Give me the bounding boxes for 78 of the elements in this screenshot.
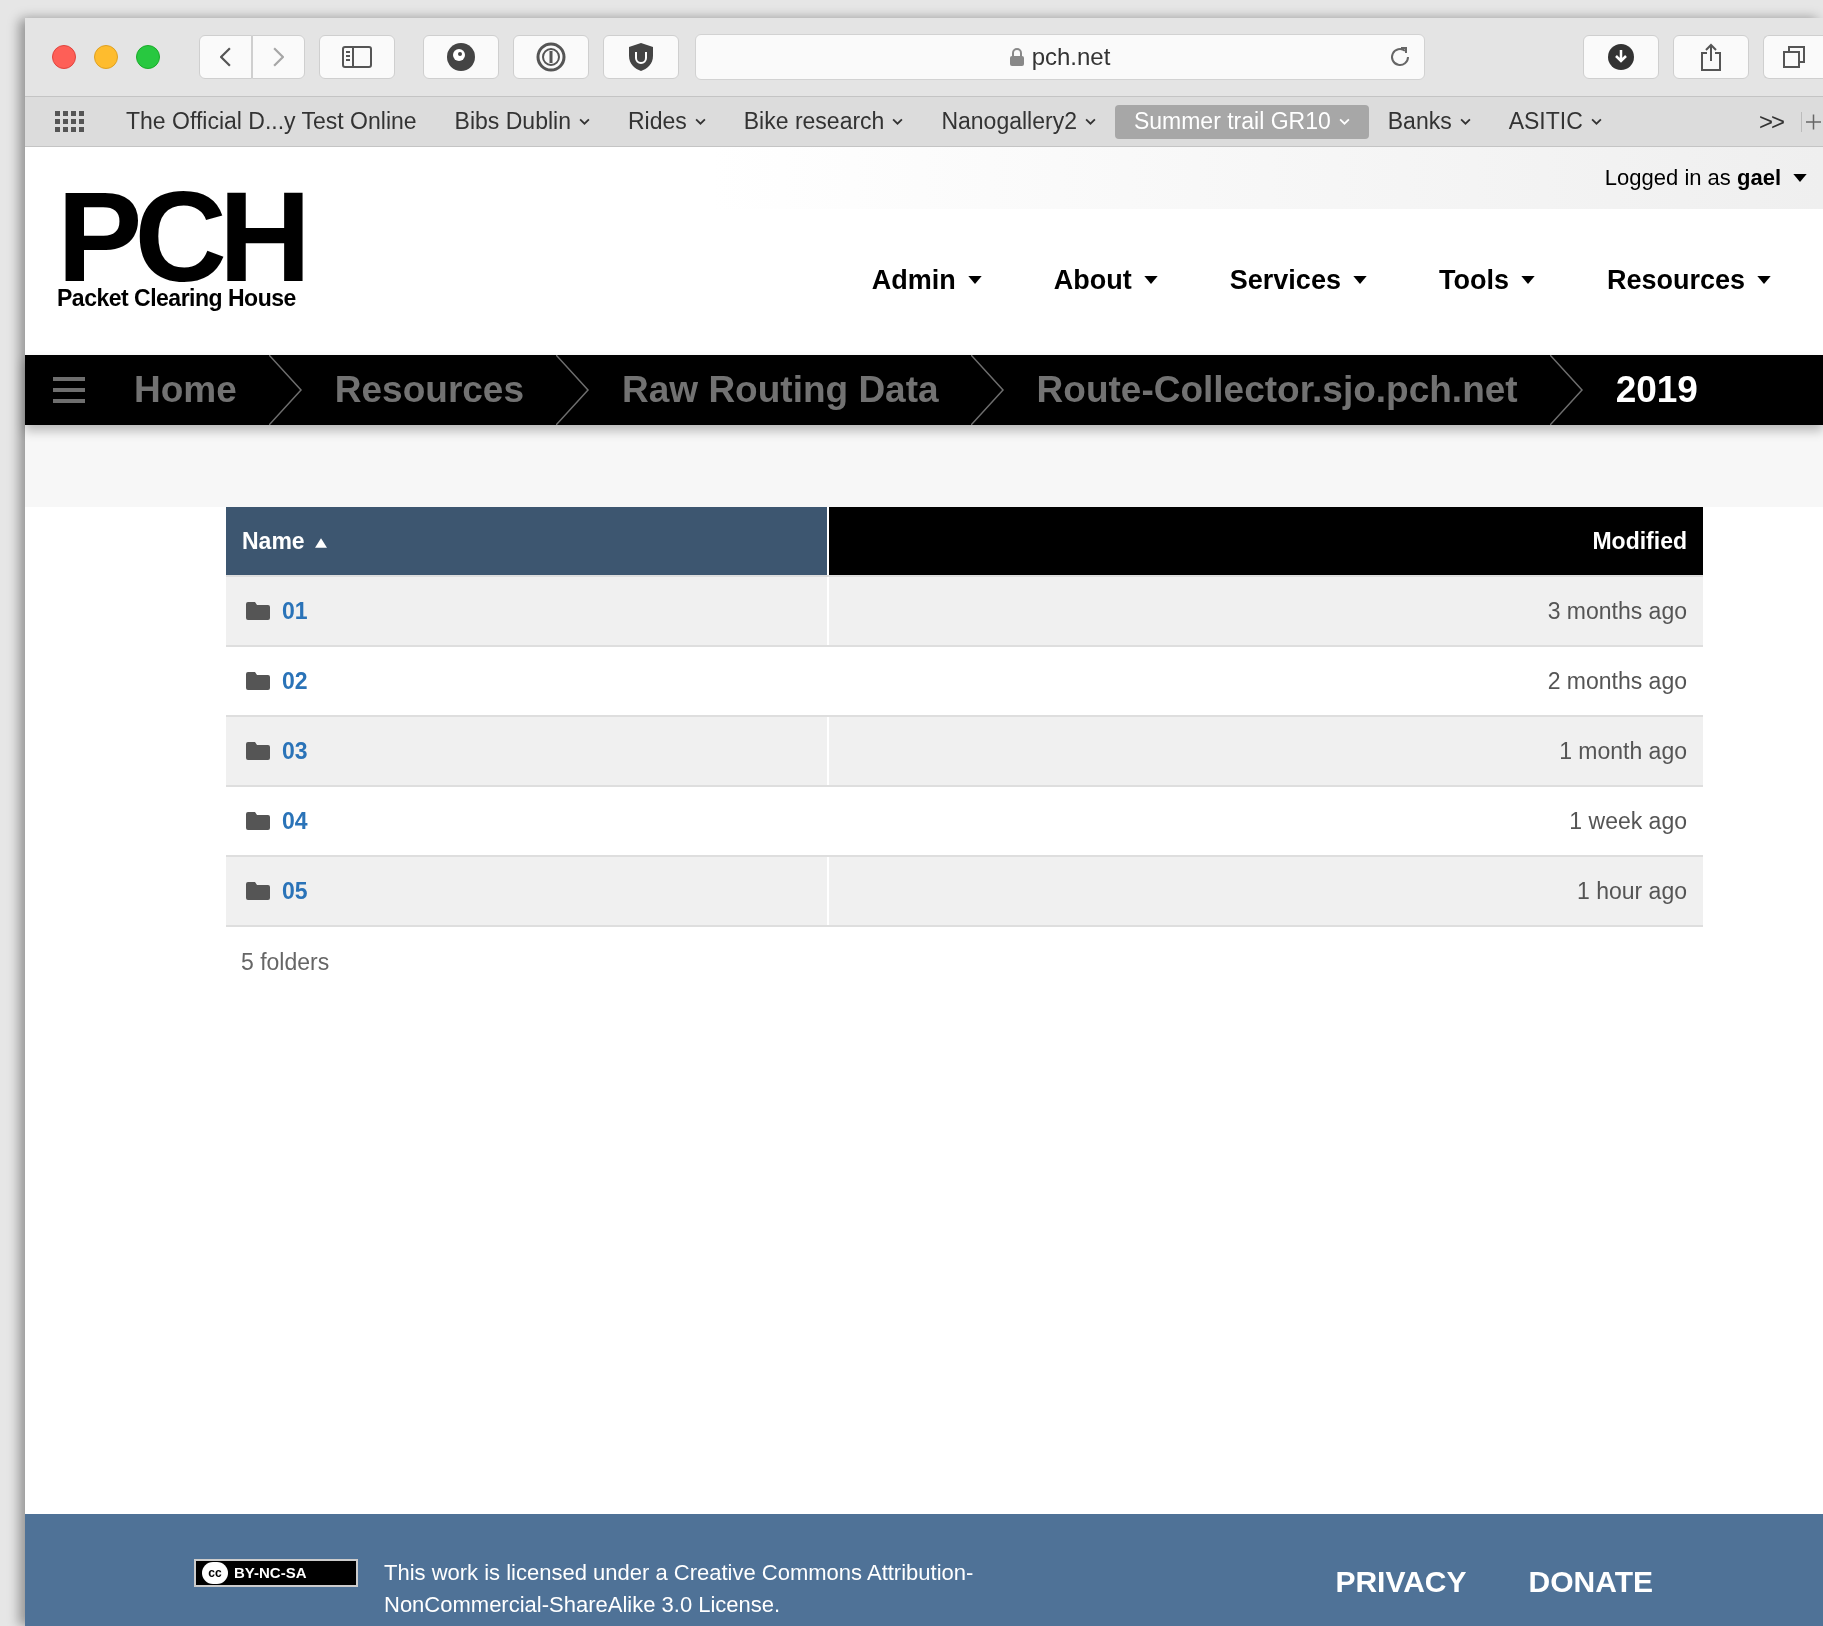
footer-link[interactable]: DONATE xyxy=(1528,1559,1653,1604)
logo-mark: PCH xyxy=(57,189,304,285)
separator-icon xyxy=(268,355,303,425)
apps-grid-icon[interactable] xyxy=(55,110,85,133)
share-button[interactable] xyxy=(1673,35,1749,79)
caret-icon xyxy=(967,276,982,285)
sidebar-button[interactable] xyxy=(319,35,395,79)
modified-cell-text: 1 hour ago xyxy=(1577,876,1687,906)
separator-icon xyxy=(1549,355,1584,425)
breadcrumb-item[interactable]: Raw Routing Data xyxy=(622,362,939,418)
folder-link[interactable]: 03 xyxy=(282,733,308,769)
tabs-icon xyxy=(1781,45,1806,69)
sidebar-icon xyxy=(342,46,372,68)
bookmark-item[interactable]: Banks xyxy=(1368,104,1490,139)
bookmark-item[interactable]: The Official D...y Test Online xyxy=(107,104,436,139)
caret-icon xyxy=(1757,276,1771,285)
plus-icon[interactable] xyxy=(1801,111,1821,132)
lock-icon xyxy=(1009,48,1024,66)
separator-icon xyxy=(970,355,1005,425)
extension-button[interactable] xyxy=(513,35,589,79)
breadcrumb-item[interactable]: 2019 xyxy=(1615,362,1698,418)
shield-icon xyxy=(628,42,654,72)
tabs-button[interactable] xyxy=(1763,35,1823,79)
folder-link[interactable]: 04 xyxy=(282,803,308,839)
more-bookmarks-button[interactable]: >> xyxy=(1758,103,1783,140)
breadcrumb-item[interactable]: Route-Collector.sjo.pch.net xyxy=(1036,362,1518,418)
bookmark-item[interactable]: Nanogallery2 xyxy=(922,104,1115,139)
menu-icon[interactable] xyxy=(53,377,85,403)
column-header[interactable]: Name xyxy=(226,507,829,575)
extension-button[interactable] xyxy=(603,35,679,79)
license-text: This work is licensed under a Creative Commons Attribution-NonCommercial-ShareAlike 3.0 License. xyxy=(384,1559,975,1619)
column-header[interactable]: Modified xyxy=(829,507,1703,575)
bookmark-item[interactable]: ASITIC xyxy=(1489,104,1621,139)
download-icon xyxy=(1608,44,1634,70)
modified-cell-text: 2 months ago xyxy=(1547,666,1687,696)
separator-icon xyxy=(556,355,591,425)
nav-menu[interactable]: Resources xyxy=(1606,260,1771,301)
extension-button[interactable] xyxy=(423,35,499,79)
folder-icon xyxy=(246,742,270,760)
folder-link[interactable]: 05 xyxy=(282,873,308,909)
cc-logo: cc xyxy=(202,1562,228,1584)
folder-link[interactable]: 01 xyxy=(282,593,308,629)
caret-icon xyxy=(1143,276,1158,285)
close-button[interactable] xyxy=(52,45,76,69)
url-text: pch.net xyxy=(1031,42,1111,72)
footer-link[interactable]: PRIVACY xyxy=(1335,1559,1467,1604)
caret-icon xyxy=(1352,276,1367,285)
downloads-button[interactable] xyxy=(1583,35,1659,79)
breadcrumb-item[interactable]: Resources xyxy=(334,362,525,418)
breadcrumb-item[interactable]: Home xyxy=(134,362,237,418)
bookmark-item[interactable]: Rides xyxy=(608,104,725,139)
nav-menu[interactable]: Services xyxy=(1229,260,1367,301)
user-menu[interactable]: Logged in as gael xyxy=(1604,161,1807,194)
modified-cell-text: 1 week ago xyxy=(1569,806,1687,836)
nav-menu[interactable]: Tools xyxy=(1438,260,1535,301)
caret-icon xyxy=(1793,173,1807,182)
folder-link[interactable]: 02 xyxy=(282,663,308,699)
caret-icon xyxy=(1520,276,1535,285)
address-bar[interactable]: pch.net xyxy=(695,34,1425,80)
bookmark-item[interactable]: Bibs Dublin xyxy=(435,104,609,139)
bookmark-item[interactable]: Bike research xyxy=(724,104,923,139)
forward-icon xyxy=(273,47,284,67)
folder-icon xyxy=(246,812,270,830)
modified-cell-text: 1 month ago xyxy=(1559,736,1687,766)
password-icon xyxy=(536,42,566,72)
folder-icon xyxy=(246,602,270,620)
back-icon xyxy=(220,47,231,67)
back-button[interactable] xyxy=(199,35,252,79)
folder-count: 5 folders xyxy=(241,949,330,975)
nav-menu[interactable]: About xyxy=(1053,260,1158,301)
folder-icon xyxy=(246,672,270,690)
reload-icon[interactable] xyxy=(1388,45,1412,69)
share-icon xyxy=(1700,43,1722,71)
license-badge[interactable]: cc BY-NC-SA xyxy=(194,1559,358,1587)
modified-cell-text: 3 months ago xyxy=(1547,596,1687,626)
nav-menu[interactable]: Admin xyxy=(871,260,982,301)
folder-icon xyxy=(246,882,270,900)
logo-name: Packet Clearing House xyxy=(57,287,296,310)
